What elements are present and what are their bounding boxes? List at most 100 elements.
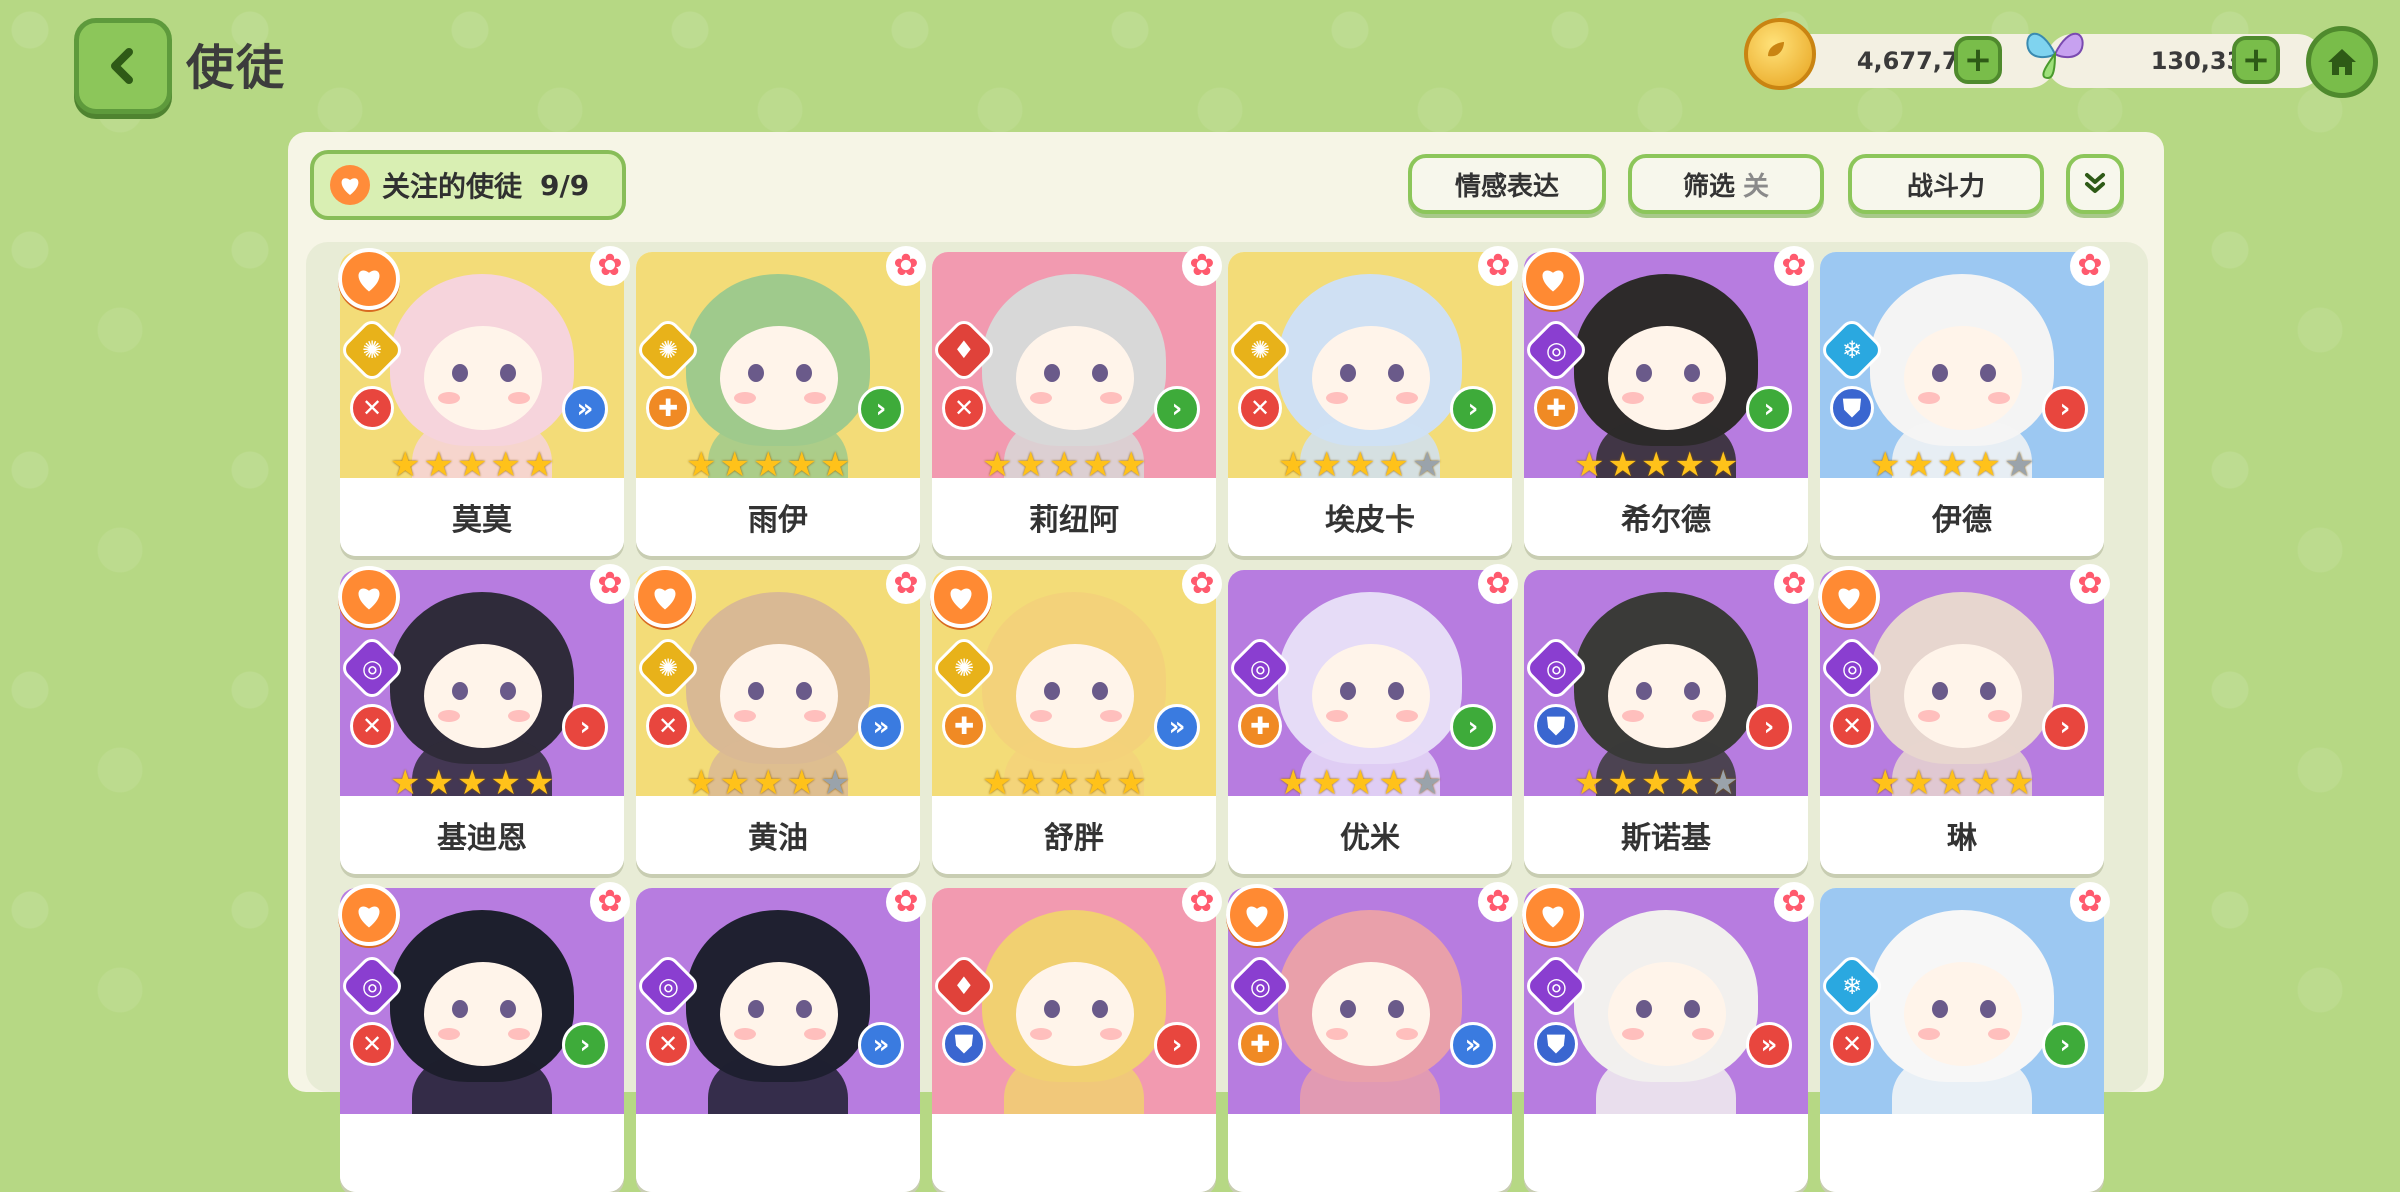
- class-chevron-icon: ›: [1746, 704, 1792, 750]
- star-icon: ★: [2003, 445, 2035, 485]
- star-icon: ★: [1278, 445, 1309, 485]
- star-icon: ★: [1707, 763, 1739, 803]
- star-icon: ★: [1870, 763, 1901, 803]
- star-icon: ★: [2003, 763, 2035, 803]
- star-icon: ★: [786, 763, 817, 803]
- home-icon: [2328, 49, 2356, 75]
- star-rating: ★ ★ ★ ★ ★: [1574, 766, 1738, 800]
- star-icon: ★: [982, 445, 1013, 485]
- character-name: 埃皮卡: [1228, 478, 1512, 556]
- star-icon: ★: [390, 445, 421, 485]
- star-icon: ★: [1015, 763, 1046, 803]
- star-icon: ★: [1082, 763, 1113, 803]
- favorite-heart-icon[interactable]: [1226, 884, 1288, 946]
- sword-role-icon: ✕: [350, 386, 394, 430]
- favorite-heart-icon[interactable]: [1522, 248, 1584, 310]
- sword-role-icon: ✕: [1238, 386, 1282, 430]
- character-card[interactable]: ★ ★ ★ ★ ★ 琳 ✿ ◎ ✕ ›: [1818, 564, 2110, 874]
- star-icon: ★: [390, 763, 421, 803]
- favorite-heart-icon[interactable]: [338, 248, 400, 310]
- class-chevron-icon: ›: [1450, 704, 1496, 750]
- character-card[interactable]: ★ ★ ★ ★ ★ 基迪恩 ✿ ◎ ✕ ›: [338, 564, 630, 874]
- flower-icon: ✿: [1182, 882, 1222, 922]
- flower-icon: ✿: [1182, 246, 1222, 286]
- star-icon: ★: [1311, 445, 1342, 485]
- power-label: 战斗力: [1906, 171, 1985, 202]
- character-card[interactable]: ★ ★ ★ ★ ★ 优米 ✿ ◎ ✚ ›: [1226, 564, 1518, 874]
- character-card[interactable]: ✿ ◎ ✚»: [1226, 882, 1518, 1192]
- star-icon: ★: [1607, 445, 1638, 485]
- star-icon: ★: [1674, 763, 1705, 803]
- home-button[interactable]: [2306, 26, 2378, 98]
- page-title: 使徒: [186, 40, 287, 96]
- star-icon: ★: [1115, 763, 1147, 803]
- sword-role-icon: ✕: [942, 386, 986, 430]
- cross-role-icon: ✚: [646, 386, 690, 430]
- power-sort-button[interactable]: 战斗力: [1848, 154, 2044, 214]
- character-card[interactable]: ✿ ◎ ✕ ›: [338, 882, 630, 1192]
- character-name: 莫莫: [340, 478, 624, 556]
- star-icon: ★: [1278, 763, 1309, 803]
- expand-button[interactable]: [2066, 154, 2124, 214]
- character-name: 基迪恩: [340, 796, 624, 874]
- gold-coin-icon: [1744, 18, 1816, 90]
- character-name: [636, 1114, 920, 1192]
- character-card[interactable]: ✿ ◎ ⛊»: [1522, 882, 1814, 1192]
- character-card[interactable]: ★ ★ ★ ★ ★ 伊德 ✿ ❄ ⛊ ›: [1818, 246, 2110, 556]
- star-icon: ★: [1936, 763, 1968, 803]
- class-chevron-icon: ›: [2042, 704, 2088, 750]
- character-card[interactable]: ★ ★ ★ ★ ★ 埃皮卡 ✿ ✺ ✕ ›: [1226, 246, 1518, 556]
- star-icon: ★: [1311, 763, 1342, 803]
- star-icon: ★: [1082, 445, 1113, 485]
- sword-role-icon: ✕: [350, 1022, 394, 1066]
- follow-label: 关注的使徒: [382, 170, 523, 203]
- character-card[interactable]: ✿ ❄ ✕ ›: [1818, 882, 2110, 1192]
- flower-icon: ✿: [1774, 882, 1814, 922]
- star-rating: ★ ★ ★ ★ ★: [686, 448, 850, 482]
- star-icon: ★: [1574, 445, 1605, 485]
- favorite-heart-icon[interactable]: [634, 566, 696, 628]
- favorite-heart-icon[interactable]: [1522, 884, 1584, 946]
- character-name: 斯诺基: [1524, 796, 1808, 874]
- star-icon: ★: [423, 763, 454, 803]
- star-icon: ★: [523, 763, 555, 803]
- character-name: 伊德: [1820, 478, 2104, 556]
- star-icon: ★: [1378, 445, 1409, 485]
- star-icon: ★: [1674, 445, 1705, 485]
- favorite-heart-icon[interactable]: [930, 566, 992, 628]
- favorite-heart-icon[interactable]: [338, 566, 400, 628]
- character-card[interactable]: ✿ ♦ ⛊ ›: [930, 882, 1222, 1192]
- emotion-button[interactable]: 情感表达: [1408, 154, 1606, 214]
- character-card[interactable]: ★ ★ ★ ★ ★ 希尔德 ✿ ◎ ✚ ›: [1522, 246, 1814, 556]
- class-chevron-icon: ›: [1154, 1022, 1200, 1068]
- star-icon: ★: [1903, 763, 1934, 803]
- back-button[interactable]: [74, 18, 172, 114]
- sword-role-icon: ✕: [1830, 1022, 1874, 1066]
- filter-button[interactable]: 筛选 关: [1628, 154, 1824, 214]
- star-icon: ★: [752, 763, 784, 803]
- add-crystal-button[interactable]: +: [2232, 36, 2280, 84]
- star-icon: ★: [819, 763, 851, 803]
- star-icon: ★: [456, 445, 488, 485]
- favorite-heart-icon[interactable]: [338, 884, 400, 946]
- character-card[interactable]: ✿ ◎ ✕»: [634, 882, 926, 1192]
- star-icon: ★: [1640, 763, 1672, 803]
- character-card[interactable]: ★ ★ ★ ★ ★ 斯诺基 ✿ ◎ ⛊ ›: [1522, 564, 1814, 874]
- character-card[interactable]: ★ ★ ★ ★ ★ 雨伊 ✿ ✺ ✚ ›: [634, 246, 926, 556]
- character-card[interactable]: ★ ★ ★ ★ ★ 黄油 ✿ ✺ ✕»: [634, 564, 926, 874]
- heart-icon: [330, 165, 370, 205]
- character-card[interactable]: ★ ★ ★ ★ ★ 舒胖 ✿ ✺ ✚»: [930, 564, 1222, 874]
- filter-label: 筛选: [1682, 171, 1735, 202]
- star-rating: ★ ★ ★ ★ ★: [1870, 448, 2034, 482]
- star-icon: ★: [1015, 445, 1046, 485]
- favorite-heart-icon[interactable]: [1818, 566, 1880, 628]
- star-icon: ★: [719, 763, 750, 803]
- character-card[interactable]: ★ ★ ★ ★ ★ 莫莫 ✿ ✺ ✕»: [338, 246, 630, 556]
- add-gold-button[interactable]: +: [1954, 36, 2002, 84]
- sword-role-icon: ✕: [646, 1022, 690, 1066]
- followed-characters-chip[interactable]: 关注的使徒 9/9: [310, 150, 626, 220]
- character-card[interactable]: ★ ★ ★ ★ ★ 莉纽阿 ✿ ♦ ✕ ›: [930, 246, 1222, 556]
- cross-role-icon: ✚: [1238, 704, 1282, 748]
- class-chevron-icon: »: [858, 704, 904, 750]
- star-rating: ★ ★ ★ ★ ★: [1870, 766, 2034, 800]
